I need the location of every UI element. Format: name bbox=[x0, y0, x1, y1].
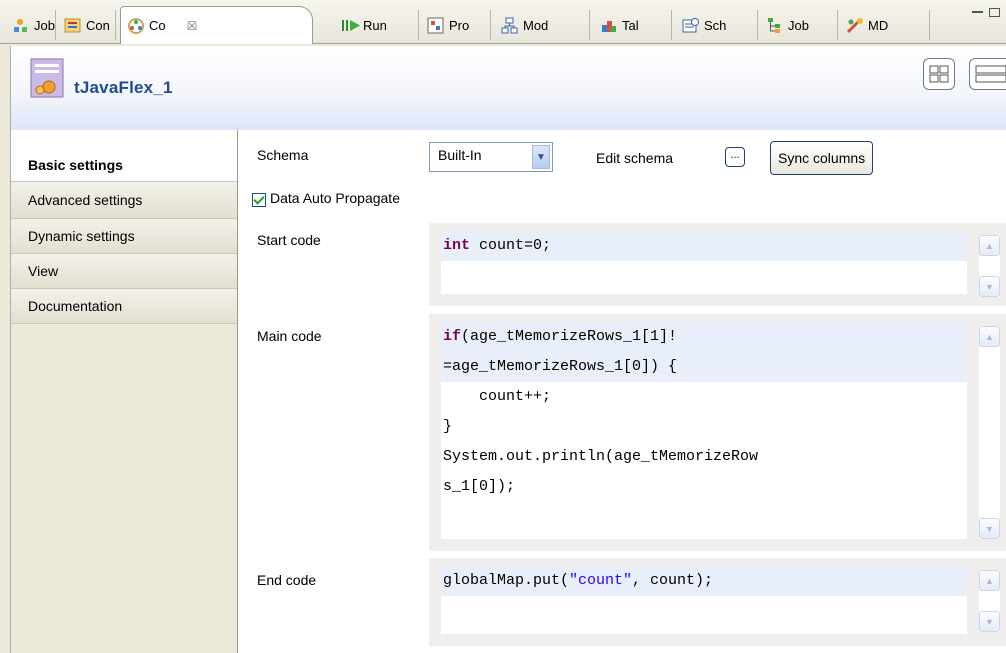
minimize-icon[interactable] bbox=[972, 11, 983, 17]
nav-dynamic-settings[interactable]: Dynamic settings bbox=[11, 219, 237, 254]
scroll-down-icon[interactable]: ▼ bbox=[979, 611, 1000, 632]
scheduler-icon bbox=[682, 17, 699, 34]
problems-icon bbox=[427, 17, 444, 34]
job-icon bbox=[12, 17, 29, 34]
component-title: tJavaFlex_1 bbox=[74, 78, 173, 97]
sync-columns-button[interactable]: Sync columns bbox=[770, 141, 874, 175]
schema-value: Built-In bbox=[438, 147, 482, 163]
settings-nav: Basic settings Advanced settings Dynamic… bbox=[10, 130, 237, 653]
nav-view[interactable]: View bbox=[11, 254, 237, 289]
layout-rows-icon[interactable] bbox=[969, 58, 1006, 90]
layout-grid-icon[interactable] bbox=[923, 58, 955, 90]
code-line: } bbox=[443, 418, 453, 435]
basic-settings-panel: Schema Built-In ▼ Edit schema ... Sync c… bbox=[237, 130, 1006, 653]
start-code-area[interactable]: int count=0; bbox=[441, 231, 967, 294]
chevron-down-icon[interactable]: ▼ bbox=[532, 145, 550, 169]
tab-label: Con bbox=[86, 17, 110, 33]
code-line: count++; bbox=[443, 388, 552, 405]
tab-label: Job bbox=[788, 17, 809, 33]
end-code-editor[interactable]: globalMap.put("count", count); ▲ ▼ bbox=[429, 558, 1006, 646]
end-code-label: End code bbox=[257, 572, 317, 588]
tab-label: Job bbox=[34, 17, 55, 33]
component-icon bbox=[127, 17, 144, 34]
talend-icon bbox=[600, 17, 617, 34]
code-line: System.out.println(age_tMemorizeRow bbox=[443, 448, 759, 465]
scroll-up-icon[interactable]: ▲ bbox=[979, 326, 1000, 347]
contexts-icon bbox=[64, 17, 81, 34]
code-line: s_1[0]); bbox=[443, 478, 516, 495]
schema-select[interactable]: Built-In ▼ bbox=[429, 142, 553, 172]
run-icon bbox=[341, 17, 360, 34]
data-auto-propagate-checkbox[interactable] bbox=[252, 193, 266, 207]
start-code-editor[interactable]: int count=0; ▲ ▼ bbox=[429, 223, 1006, 306]
main-code-label: Main code bbox=[257, 328, 322, 344]
metadata-icon bbox=[846, 17, 863, 34]
code-line: =age_tMemorizeRows_1[0]) { bbox=[441, 352, 967, 382]
code-line: int count=0; bbox=[441, 231, 967, 261]
scroll-up-icon[interactable]: ▲ bbox=[979, 570, 1000, 591]
modules-icon bbox=[501, 17, 518, 34]
tab-label: Mod bbox=[523, 17, 549, 33]
tab-job[interactable]: Job bbox=[6, 10, 56, 40]
editor-tab-bar: Job Con Co ☒ Run Pro Mod Tal Sch Job MD bbox=[0, 0, 1006, 44]
main-code-scrollbar[interactable]: ▲ ▼ bbox=[979, 326, 1000, 539]
nav-advanced-settings[interactable]: Advanced settings bbox=[11, 182, 237, 219]
main-code-editor[interactable]: if(age_tMemorizeRows_1[1]! =age_tMemoriz… bbox=[429, 314, 1006, 551]
tab-label: Sch bbox=[704, 17, 727, 33]
tab-label: Co bbox=[149, 18, 166, 33]
scroll-down-icon[interactable]: ▼ bbox=[979, 518, 1000, 539]
code-line: if(age_tMemorizeRows_1[1]! bbox=[441, 322, 967, 352]
component-header: tJavaFlex_1 bbox=[10, 46, 1006, 130]
job-hierarchy-icon bbox=[766, 17, 783, 34]
tab-label: Pro bbox=[449, 17, 470, 33]
tab-component[interactable]: Co ☒ bbox=[120, 6, 313, 44]
tab-metadata[interactable]: MD bbox=[840, 10, 930, 40]
window-controls bbox=[972, 8, 1000, 17]
tab-label: Run bbox=[363, 17, 387, 33]
component-gear-icon bbox=[27, 58, 67, 98]
tab-problems[interactable]: Pro bbox=[421, 10, 491, 40]
edit-schema-button[interactable]: ... bbox=[725, 147, 745, 167]
scroll-up-icon[interactable]: ▲ bbox=[979, 235, 1000, 256]
tab-label: Tal bbox=[622, 17, 639, 33]
maximize-icon[interactable] bbox=[989, 8, 1000, 17]
end-code-scrollbar[interactable]: ▲ ▼ bbox=[979, 570, 1000, 632]
tab-run[interactable]: Run bbox=[335, 10, 419, 40]
data-auto-propagate-label: Data Auto Propagate bbox=[270, 190, 400, 206]
tab-job-hierarchy[interactable]: Job bbox=[760, 10, 838, 40]
schema-label: Schema bbox=[257, 147, 309, 163]
nav-documentation[interactable]: Documentation bbox=[11, 289, 237, 324]
start-code-scrollbar[interactable]: ▲ ▼ bbox=[979, 235, 1000, 297]
tab-scheduler[interactable]: Sch bbox=[676, 10, 758, 40]
scroll-down-icon[interactable]: ▼ bbox=[979, 276, 1000, 297]
end-code-area[interactable]: globalMap.put("count", count); bbox=[441, 566, 967, 634]
close-tab-icon[interactable]: ☒ bbox=[187, 19, 198, 33]
main-code-area[interactable]: if(age_tMemorizeRows_1[1]! =age_tMemoriz… bbox=[441, 322, 967, 539]
tab-modules[interactable]: Mod bbox=[495, 10, 590, 40]
tab-talend[interactable]: Tal bbox=[594, 10, 672, 40]
start-code-label: Start code bbox=[257, 232, 321, 248]
tab-contexts[interactable]: Con bbox=[58, 10, 116, 40]
nav-basic-settings[interactable]: Basic settings bbox=[11, 130, 237, 182]
tab-label: MD bbox=[868, 17, 889, 33]
code-line: globalMap.put("count", count); bbox=[441, 566, 967, 596]
edit-schema-label: Edit schema bbox=[596, 150, 674, 166]
